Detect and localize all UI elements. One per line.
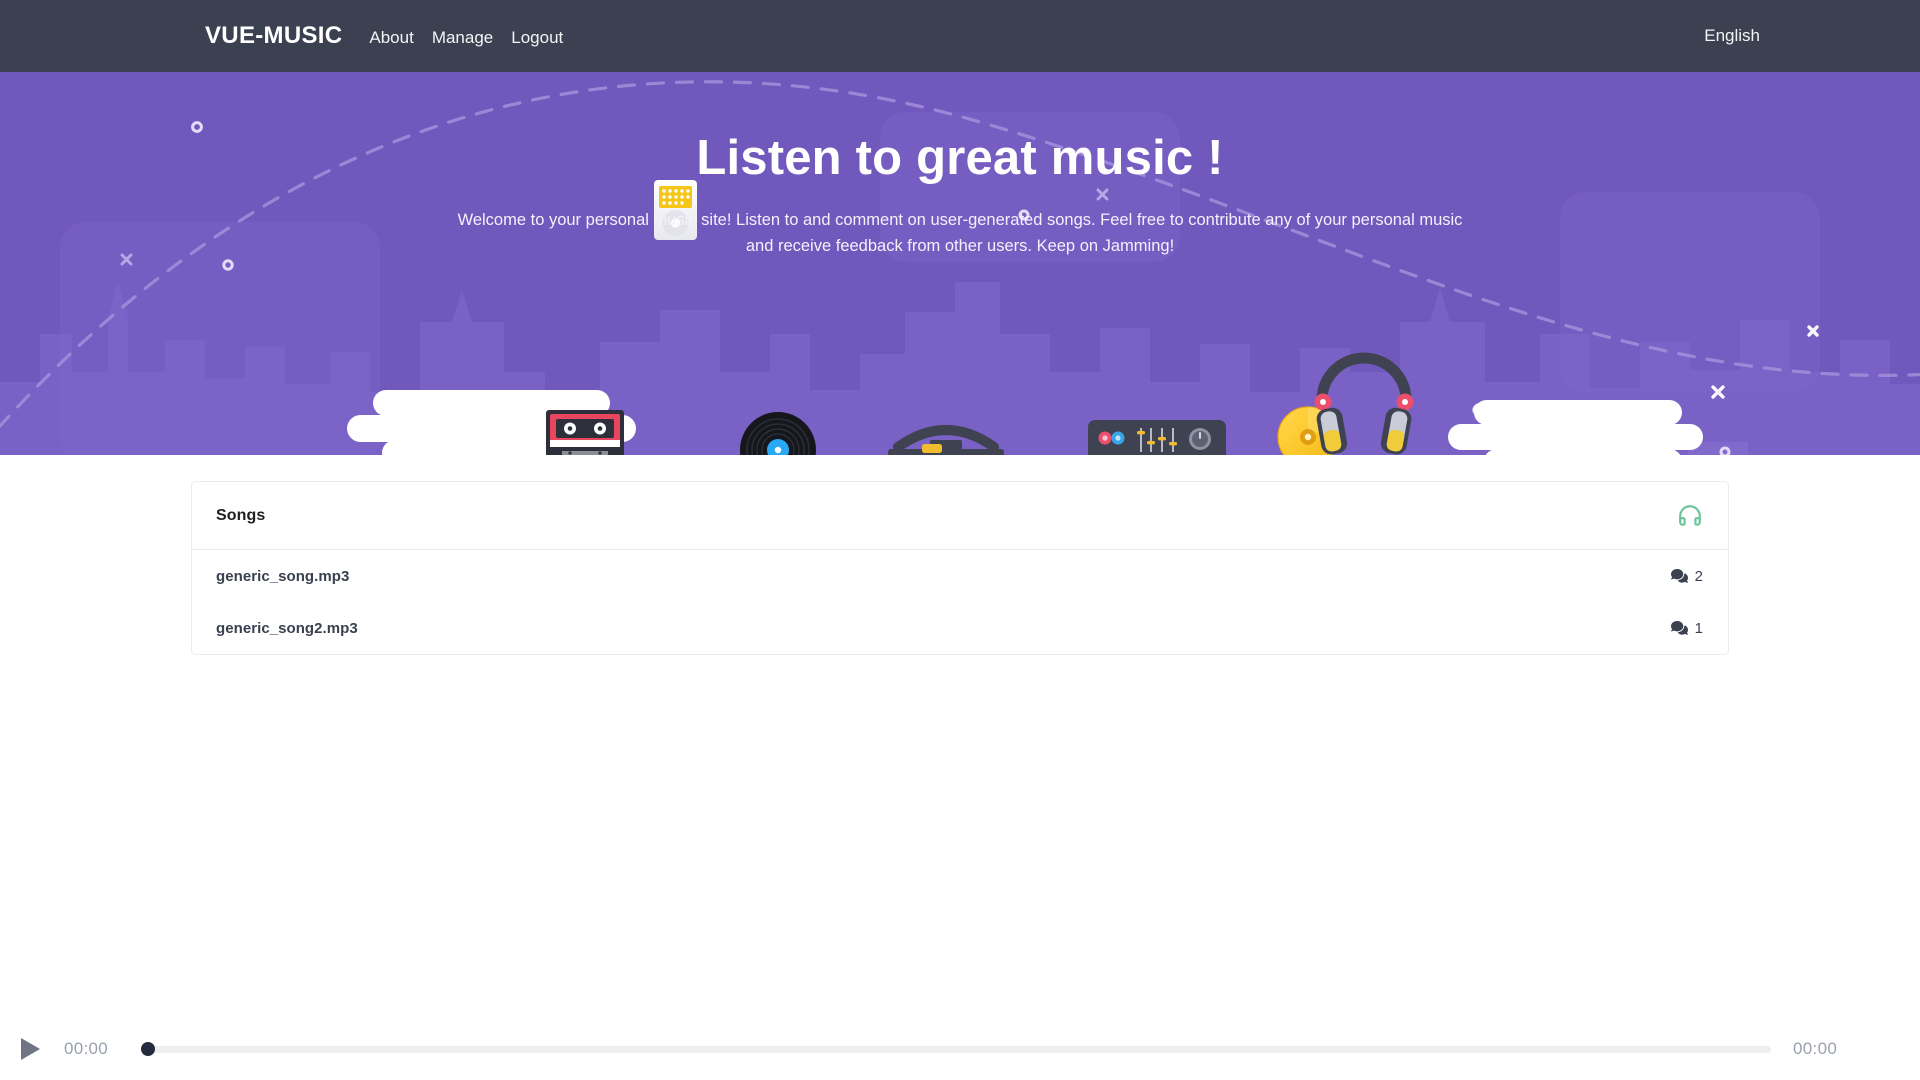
brand-logo[interactable]: VUE-MUSIC	[205, 22, 342, 50]
nav-link-manage[interactable]: Manage	[432, 29, 493, 46]
songs-card: Songs generic_song.mp3 2 generic_song2.m…	[191, 481, 1729, 655]
comments-icon	[1670, 568, 1688, 583]
comment-count: 1	[1694, 619, 1703, 637]
cassette-tape-icon	[546, 410, 624, 455]
play-icon	[21, 1038, 40, 1060]
navbar-right-group: English	[1704, 26, 1920, 46]
song-comment-meta: 1	[1670, 619, 1703, 637]
keyboard-synth-icon	[1088, 420, 1226, 455]
navbar-links: About Manage Logout	[369, 29, 581, 46]
hero-illustration	[0, 80, 1920, 455]
headphones-icon-glyph	[1679, 504, 1701, 526]
progress-knob[interactable]	[141, 1042, 156, 1056]
total-time-label: 00:00	[1793, 1039, 1838, 1058]
ipod-icon	[654, 180, 697, 240]
navbar: VUE-MUSIC About Manage Logout English	[0, 0, 1920, 72]
progress-track[interactable]	[141, 1046, 1772, 1053]
comments-icon	[1670, 620, 1688, 635]
nav-link-about[interactable]: About	[369, 29, 413, 46]
table-row[interactable]: generic_song2.mp3 1	[192, 602, 1728, 654]
play-button[interactable]	[13, 1032, 47, 1066]
navbar-left-group: VUE-MUSIC About Manage Logout	[0, 22, 581, 50]
songs-card-header: Songs	[192, 482, 1728, 550]
table-row[interactable]: generic_song.mp3 2	[192, 550, 1728, 602]
current-time-label: 00:00	[64, 1039, 109, 1058]
song-name-link[interactable]: generic_song2.mp3	[216, 620, 358, 637]
progress-scrubber[interactable]	[141, 1042, 1772, 1056]
headphones-icon	[1677, 503, 1703, 529]
audio-player-bar: 00:00 00:00	[0, 1018, 1920, 1080]
hero-banner: Listen to great music ! Welcome to your …	[0, 72, 1920, 455]
songs-card-title: Songs	[216, 506, 266, 524]
cloud-icon-right	[1448, 400, 1703, 455]
song-name-link[interactable]: generic_song.mp3	[216, 568, 349, 585]
nav-link-logout[interactable]: Logout	[511, 29, 563, 46]
comment-count: 2	[1694, 567, 1703, 585]
language-selector[interactable]: English	[1704, 26, 1760, 46]
main-content: Songs generic_song.mp3 2 generic_song2.m…	[0, 455, 1920, 1025]
song-comment-meta: 2	[1670, 567, 1703, 585]
